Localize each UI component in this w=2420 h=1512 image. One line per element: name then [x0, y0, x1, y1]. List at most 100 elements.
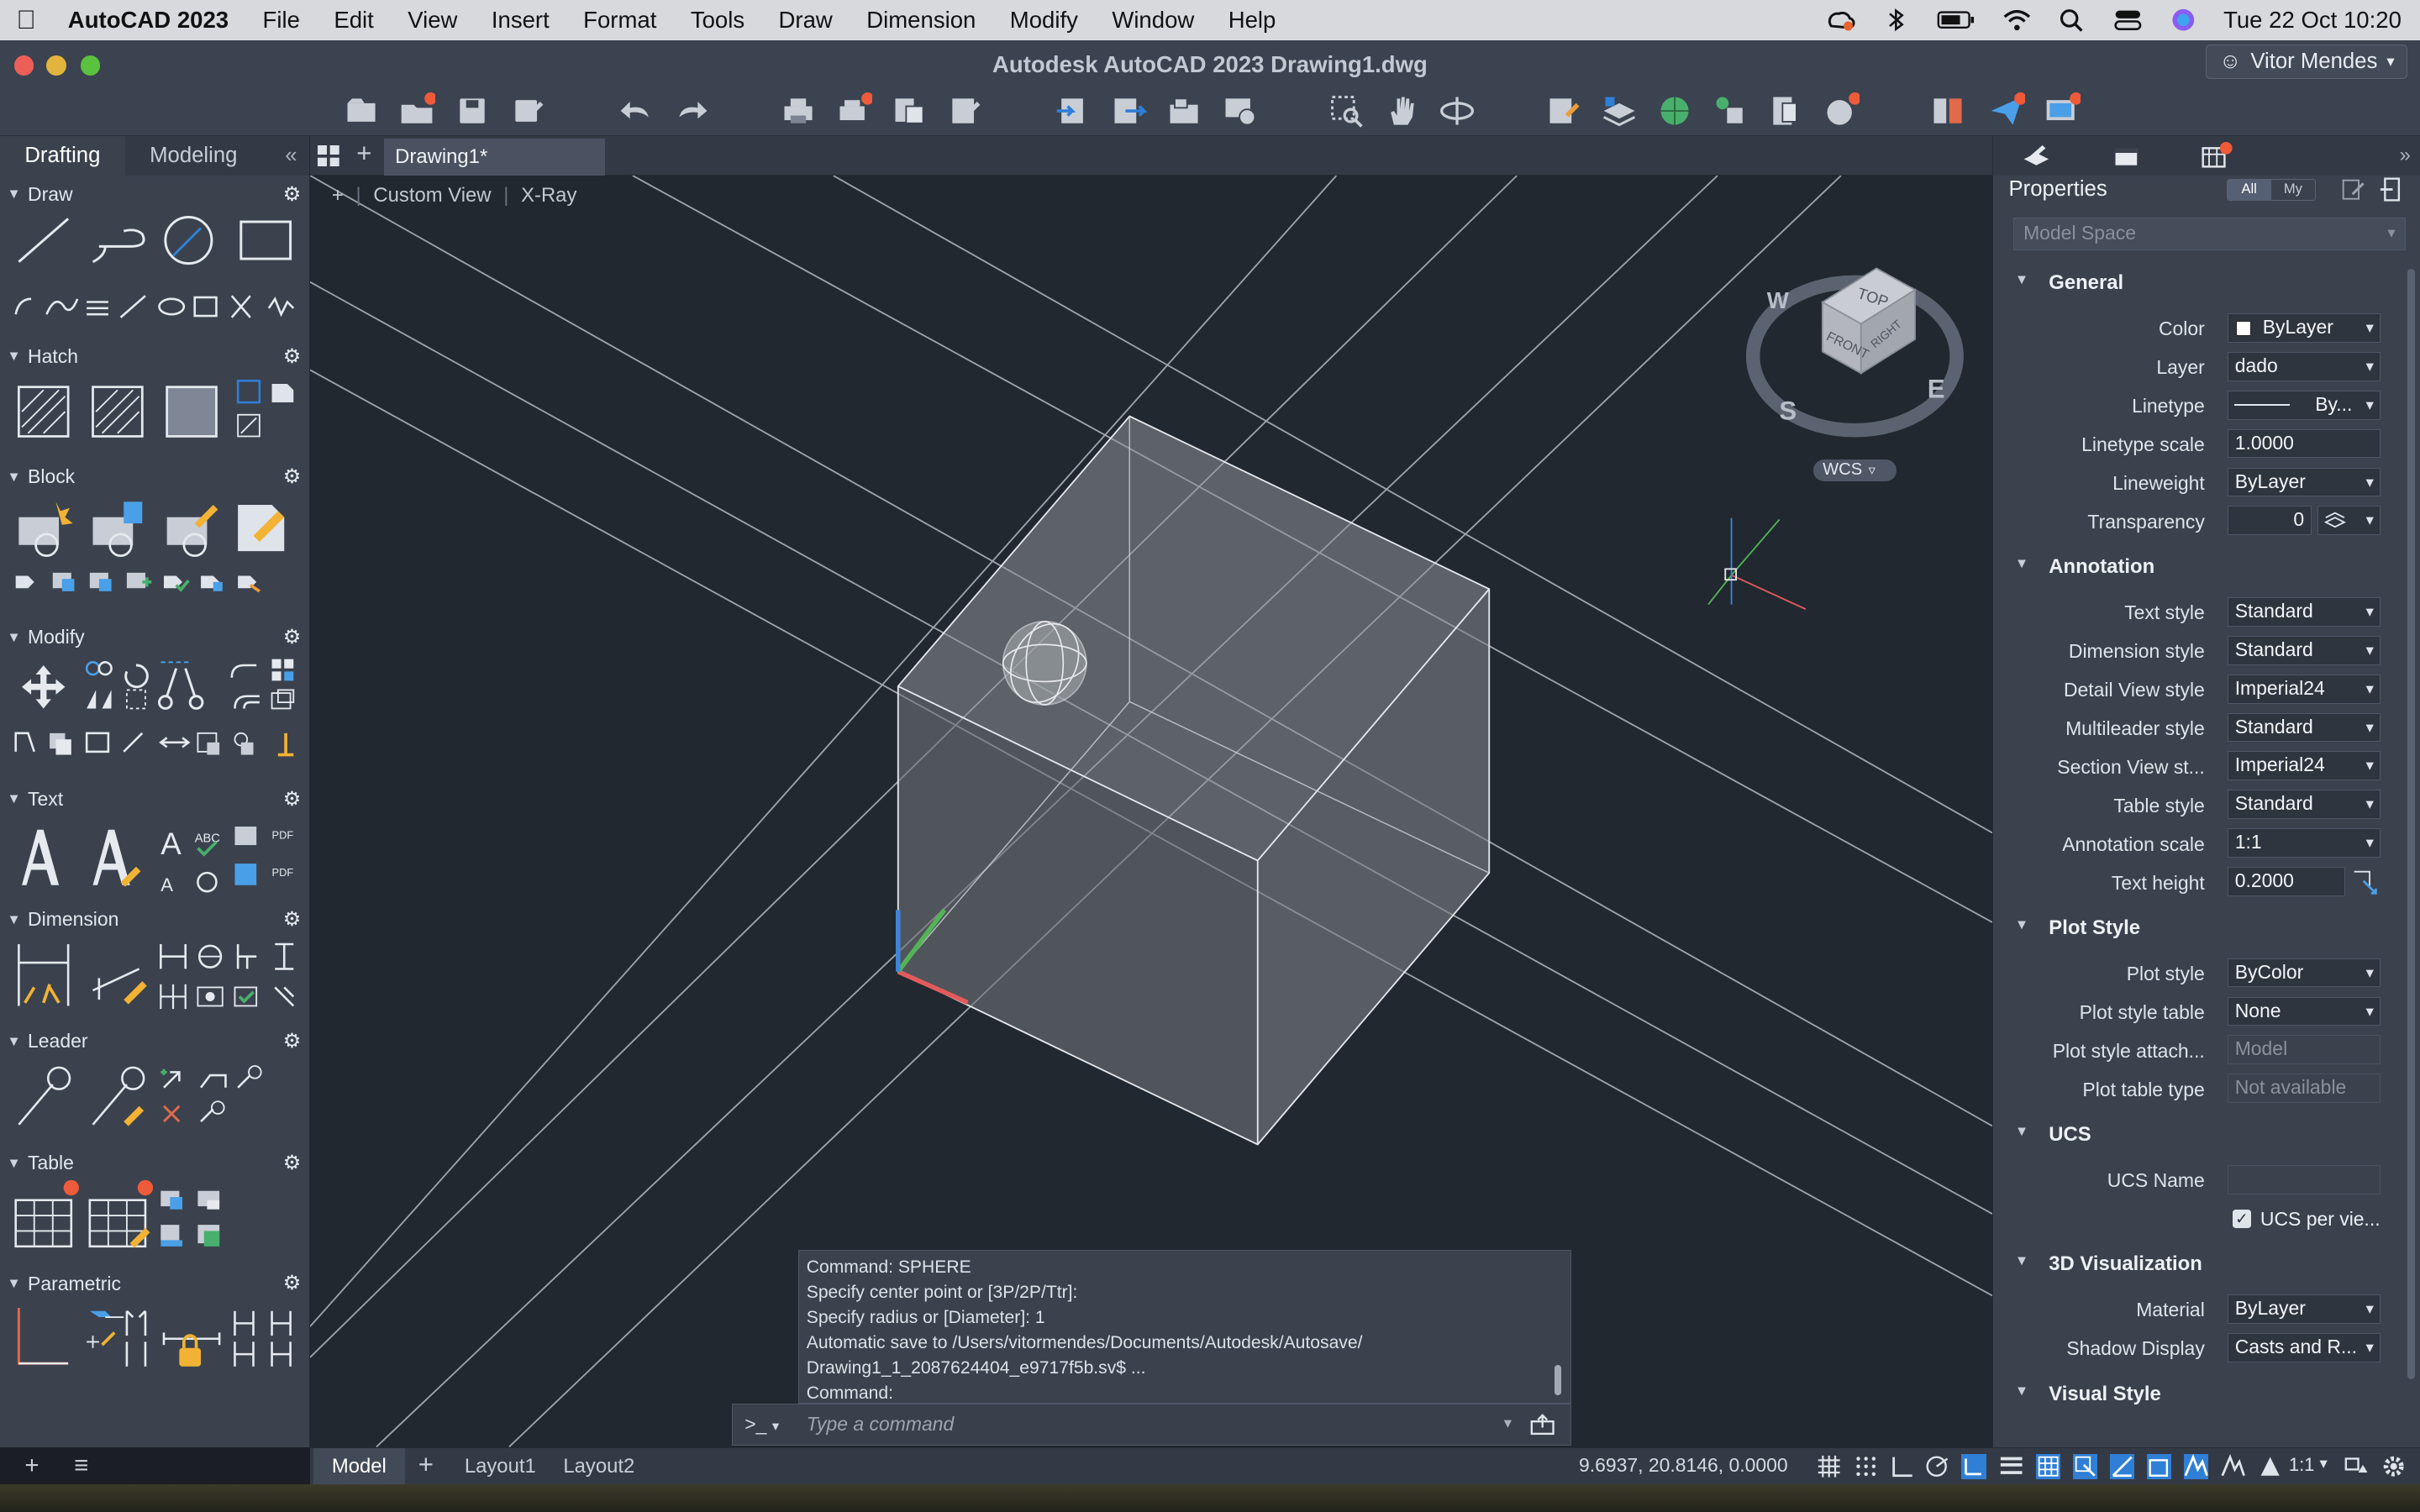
gear-icon[interactable]: ⚙ — [283, 1151, 301, 1175]
properties-scrollbar[interactable] — [2407, 268, 2416, 1379]
shadow-display-dropdown[interactable]: Casts and R... — [2228, 1332, 2381, 1362]
gear-icon[interactable]: ⚙ — [283, 907, 301, 932]
menubar-clock[interactable]: Tue 22 Oct 10:20 — [2223, 7, 2402, 34]
menu-insert[interactable]: Insert — [492, 7, 550, 34]
gear-icon[interactable]: ⚙ — [283, 1271, 301, 1295]
filter-my[interactable]: My — [2271, 180, 2315, 200]
annotation-scale-value[interactable]: 1:1 — [2289, 1454, 2315, 1476]
command-line[interactable]: >_ ▾ Type a command ▾ — [731, 1404, 1571, 1446]
menu-file[interactable]: File — [263, 7, 300, 34]
visual-style-control[interactable]: X-Ray — [521, 184, 576, 207]
multileader-style-dropdown[interactable]: Standard — [2228, 712, 2381, 743]
print-icon[interactable] — [780, 92, 817, 129]
transparency-icon[interactable] — [2035, 1454, 2060, 1479]
workspace-switch-icon[interactable] — [2344, 1454, 2369, 1478]
expand-panel-icon[interactable]: » — [2400, 144, 2411, 167]
detail-view-style-dropdown[interactable]: Imperial24 — [2228, 674, 2381, 704]
gear-icon[interactable]: ⚙ — [283, 182, 301, 207]
add-layout-icon[interactable]: + — [418, 1450, 434, 1480]
blocks-tab-icon[interactable] — [2200, 141, 2233, 170]
menu-help[interactable]: Help — [1228, 7, 1276, 34]
tab-drawing1[interactable]: Drawing1* — [384, 139, 605, 176]
dynamic-ucs-icon[interactable] — [2146, 1454, 2172, 1479]
gear-icon[interactable]: ⚙ — [283, 1029, 301, 1053]
3d-osnap-icon[interactable] — [2109, 1454, 2135, 1479]
properties-match-icon[interactable] — [1545, 92, 1582, 129]
quick-select-icon[interactable] — [2340, 177, 2368, 202]
gear-icon[interactable]: ⚙ — [283, 344, 301, 369]
section-plot-style[interactable]: ▼ Plot Style — [1993, 911, 2402, 948]
render-icon[interactable] — [1823, 92, 1860, 129]
leader-tools-icons[interactable] — [13, 1057, 306, 1143]
transparency-mode-dropdown[interactable] — [2317, 506, 2381, 536]
open-folder-icon[interactable] — [398, 92, 435, 129]
selection-cycling-icon[interactable] — [2072, 1454, 2098, 1479]
ucs-per-viewport-checkbox[interactable]: ✓ — [2232, 1209, 2251, 1228]
recent-commands-icon[interactable]: ▾ — [1504, 1414, 1512, 1432]
draw-tools-icons[interactable] — [13, 213, 306, 327]
spotlight-search-icon[interactable] — [2057, 8, 2088, 32]
palette-menu-icon[interactable]: ≡ — [74, 1452, 88, 1480]
new-tab-icon[interactable]: + — [356, 139, 371, 169]
menu-edit[interactable]: Edit — [334, 7, 373, 34]
bluetooth-icon[interactable] — [1881, 8, 1912, 32]
app-menu[interactable]: AutoCAD 2023 — [68, 7, 229, 34]
gear-icon[interactable]: ⚙ — [283, 465, 301, 489]
layers-tab-icon[interactable] — [2111, 144, 2142, 168]
chevron-down-icon[interactable]: ▾ — [2320, 1454, 2328, 1473]
tab-model[interactable]: Model — [313, 1447, 405, 1485]
isodraft-icon[interactable] — [1961, 1454, 1986, 1479]
add-tab-icon[interactable]: + — [24, 1452, 39, 1480]
parametric-tools-icons[interactable] — [13, 1299, 306, 1385]
menu-format[interactable]: Format — [583, 7, 656, 34]
view-control[interactable]: Custom View — [373, 184, 491, 207]
wifi-icon[interactable] — [2002, 8, 2033, 32]
save-as-icon[interactable] — [509, 92, 546, 129]
ortho-icon[interactable] — [1891, 1454, 1915, 1478]
tab-modeling[interactable]: Modeling — [125, 136, 262, 176]
collapse-palette-icon[interactable]: « — [285, 144, 297, 168]
compass-west[interactable]: W — [1767, 287, 1789, 313]
orbit-icon[interactable] — [1439, 92, 1476, 129]
import-icon[interactable] — [1054, 92, 1091, 129]
dimension-tools-icons[interactable] — [13, 935, 306, 1021]
modify-tools-icons[interactable] — [13, 656, 306, 770]
tab-layout2[interactable]: Layout2 — [544, 1448, 653, 1485]
lineweight-icon[interactable] — [1999, 1454, 2023, 1478]
compare-icon[interactable] — [1929, 92, 1966, 129]
menu-tools[interactable]: Tools — [691, 7, 744, 34]
table-tools-icons[interactable] — [13, 1179, 306, 1265]
layer-properties-icon[interactable] — [1601, 92, 1638, 129]
section-general[interactable]: ▼ General — [1993, 265, 2402, 302]
undo-icon[interactable] — [618, 92, 655, 129]
annotation-scale-dropdown[interactable]: 1:1 — [2228, 828, 2381, 858]
plot-preview-icon[interactable] — [891, 92, 928, 129]
attach-icon[interactable] — [1712, 92, 1749, 129]
export-icon[interactable] — [1110, 92, 1147, 129]
command-prompt[interactable]: >_ ▾ — [744, 1413, 779, 1436]
share-drawing-icon[interactable] — [1221, 92, 1258, 129]
section-block-header[interactable]: ▼ Block ⚙ — [0, 461, 310, 492]
section-view-style-dropdown[interactable]: Imperial24 — [2228, 751, 2381, 781]
linetype-scale-input[interactable]: 1.0000 — [2228, 428, 2381, 459]
share-icon[interactable] — [1530, 1414, 1555, 1436]
coordinates-readout[interactable]: 9.6937, 20.8146, 0.0000 — [1579, 1454, 1788, 1477]
online-services-icon[interactable] — [2044, 92, 2081, 129]
section-table-header[interactable]: ▼ Table ⚙ — [0, 1148, 310, 1179]
section-visual-style[interactable]: ▼ Visual Style — [1993, 1376, 2402, 1413]
properties-tab-icon[interactable] — [2021, 144, 2052, 168]
hatch-tools-icons[interactable] — [13, 375, 306, 449]
section-parametric-header[interactable]: ▼ Parametric ⚙ — [0, 1268, 310, 1299]
annotation-scale-icon[interactable] — [2258, 1454, 2282, 1478]
transparency-input[interactable]: 0 — [2228, 506, 2312, 536]
ucs-name-input[interactable] — [2228, 1164, 2381, 1194]
snap-icon[interactable] — [1854, 1454, 1878, 1478]
tab-layout1[interactable]: Layout1 — [446, 1448, 555, 1485]
filter-toggle[interactable]: All My — [2226, 179, 2317, 201]
creative-cloud-icon[interactable] — [1825, 8, 1856, 32]
pin-panel-icon[interactable] — [2379, 176, 2403, 203]
gear-icon[interactable]: ⚙ — [283, 787, 301, 811]
wcs-menu[interactable]: WCS ▿ — [1813, 459, 1897, 482]
auto-scale-icon[interactable] — [2221, 1454, 2245, 1478]
table-style-dropdown[interactable]: Standard — [2228, 790, 2381, 820]
